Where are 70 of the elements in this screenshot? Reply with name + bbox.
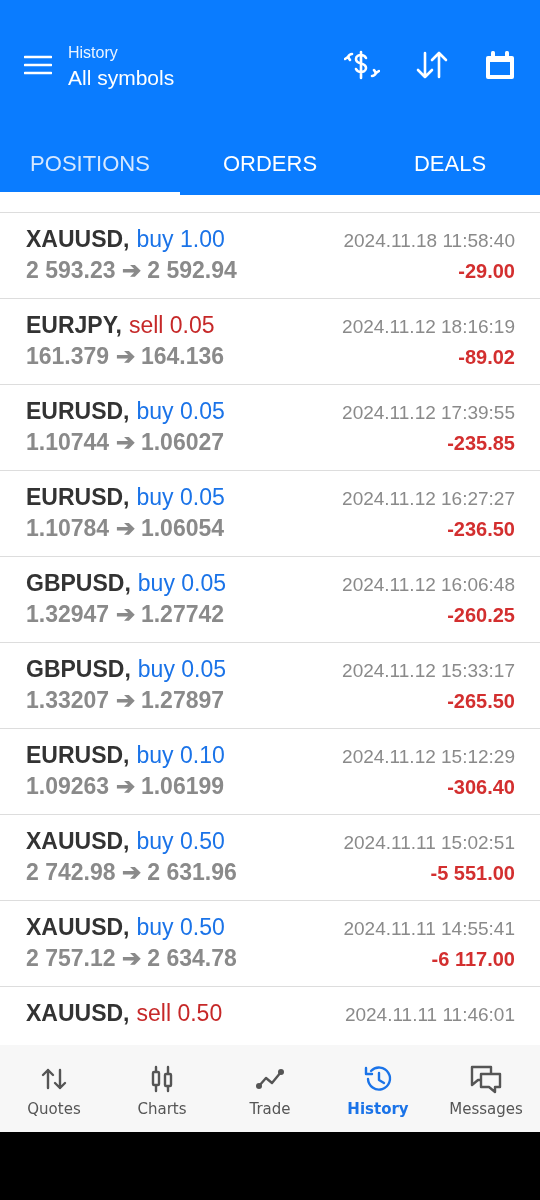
symbol: XAUUSD, [26,226,130,253]
order-type: buy 0.05 [137,656,227,683]
nav-tab[interactable]: History [324,1045,432,1132]
nav-tab[interactable]: Quotes [0,1045,108,1132]
profit: -235.85 [447,432,515,455]
order-type: sell 0.05 [128,312,215,339]
symbol: EURUSD, [26,742,130,769]
order-type: buy 0.50 [136,914,225,941]
symbol: XAUUSD, [26,1000,130,1027]
order-type: buy 1.00 [136,226,225,253]
currency-exchange-icon [344,49,380,81]
order-type: buy 0.05 [136,484,225,511]
up-down-arrows-icon [41,1066,67,1091]
nav-tab[interactable]: Trade [216,1045,324,1132]
symbol: EURUSD, [26,398,130,425]
price-range: 2 593.23 ➔ 2 592.94 [26,257,237,284]
order-type: buy 0.10 [136,742,225,769]
calendar-icon [484,49,516,81]
profit: -6 117.00 [431,948,515,971]
menu-icon [24,55,52,75]
symbol: XAUUSD, [26,828,130,855]
price-range: 1.10744 ➔ 1.06027 [26,429,225,456]
order-type: buy 0.50 [136,828,225,855]
profit: -260.25 [447,604,515,627]
nav-tab[interactable]: Charts [108,1045,216,1132]
profit: -5 551.00 [430,862,515,885]
symbol-filter[interactable]: All symbols [68,66,175,90]
symbol: GBPUSD, [26,570,131,597]
nav-tab[interactable]: Messages [432,1045,540,1132]
profit: -29.00 [458,260,515,283]
calendar-button[interactable] [484,49,516,81]
close-time: 2024.11.12 15:12:29 [342,746,515,768]
close-time: 2024.11.11 14:55:41 [343,918,515,940]
symbol: XAUUSD, [26,914,130,941]
close-time: 2024.11.11 11:46:01 [344,1004,515,1026]
profit: -265.50 [447,690,515,713]
chat-bubbles-icon [469,1063,503,1094]
close-time: 2024.11.18 11:58:40 [343,230,515,252]
line-chart-icon [255,1067,285,1090]
price-range: 2 757.12 ➔ 2 634.78 [26,945,237,972]
price-range: 1.10784 ➔ 1.06054 [26,515,225,542]
close-time: 2024.11.12 16:06:48 [342,574,515,596]
history-icon [363,1064,393,1093]
currency-button[interactable] [344,49,380,81]
screen-subtitle: History [68,44,118,62]
price-range: 1.32947 ➔ 1.27742 [26,601,225,628]
order-type: buy 0.05 [137,570,227,597]
symbol: EURUSD, [26,484,130,511]
close-time: 2024.11.12 16:27:27 [342,488,515,510]
close-time: 2024.11.12 15:33:17 [342,660,515,682]
profit: -236.50 [447,518,515,541]
close-time: 2024.11.12 17:39:55 [342,402,515,424]
price-range: 161.379 ➔ 164.136 [26,343,225,370]
close-time: 2024.11.12 18:16:19 [342,316,515,338]
close-time: 2024.11.11 15:02:51 [343,832,515,854]
tab[interactable]: DEALS [360,130,540,195]
sort-icon [416,50,448,80]
price-range: 1.09263 ➔ 1.06199 [26,773,225,800]
symbol: GBPUSD, [26,656,131,683]
profit: -306.40 [447,776,515,799]
price-range: 1.33207 ➔ 1.27897 [26,687,225,714]
price-range: 2 742.98 ➔ 2 631.96 [26,859,237,886]
menu-button[interactable] [24,55,52,75]
profit: -89.02 [458,346,515,369]
tab[interactable]: ORDERS [180,130,360,195]
sort-button[interactable] [416,50,448,80]
candlestick-icon [150,1064,174,1093]
order-type: sell 0.50 [136,1000,223,1027]
symbol: EURJPY, [26,312,122,339]
order-type: buy 0.05 [136,398,225,425]
